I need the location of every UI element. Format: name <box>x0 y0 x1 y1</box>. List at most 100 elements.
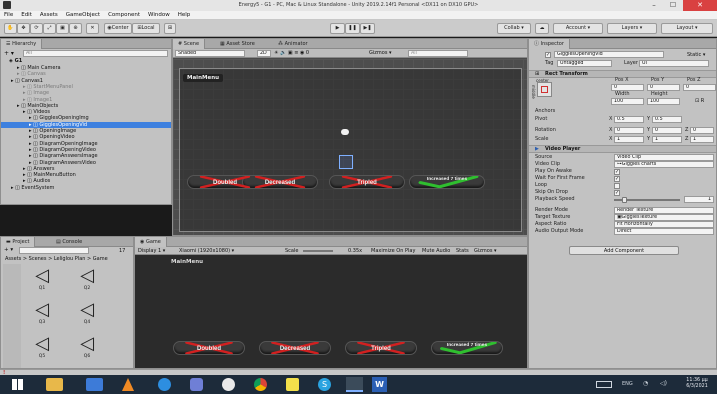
hierarchy-search-input[interactable]: All <box>23 50 168 57</box>
asset-item[interactable]: ◁ Q5 <box>27 334 57 366</box>
cloud-button[interactable]: ☁ <box>535 23 549 34</box>
tab-inspector[interactable]: ⓘ Inspector <box>529 39 570 49</box>
project-search-input[interactable] <box>19 247 89 254</box>
menu-gameobject[interactable]: GameObject <box>62 11 104 18</box>
render-mode-select[interactable]: Render Texture <box>614 207 714 214</box>
snap-button[interactable]: ⊞ <box>164 23 176 34</box>
clock[interactable]: 11:36 μμ 6/3/2021 <box>678 378 716 390</box>
wait-first-frame-checkbox[interactable]: ✓ <box>614 176 620 182</box>
video-app-icon[interactable] <box>190 378 203 391</box>
tab-project[interactable]: ▬ Project <box>1 237 36 247</box>
asset-item[interactable]: ◁ Q3 <box>27 300 57 332</box>
tab-hierarchy[interactable]: ☰ Hierarchy <box>1 39 43 49</box>
asset-item[interactable]: ◁ Q1 <box>27 266 57 298</box>
target-texture-field[interactable]: ▣GigglesTexture <box>614 214 714 221</box>
game-answer-button[interactable]: Doubled <box>173 341 245 355</box>
add-component-button[interactable]: Add Component <box>569 246 679 255</box>
pos-x-input[interactable]: 0 <box>611 84 644 91</box>
pivot-x-input[interactable]: 0.5 <box>614 116 644 123</box>
move-tool-button[interactable]: ✥ <box>17 23 30 34</box>
loop-checkbox[interactable] <box>614 183 620 189</box>
project-breadcrumb[interactable]: Assets > Scenes > Leliglou Plan > Game <box>5 256 133 262</box>
hierarchy-create-button[interactable]: + ▾ <box>4 50 14 57</box>
scene-answer-button[interactable]: Decreased <box>242 175 318 189</box>
game-answer-button[interactable]: Tripled <box>345 341 417 355</box>
menu-window[interactable]: Window <box>144 11 174 18</box>
hand-tool-button[interactable]: ✋ <box>4 23 17 34</box>
game-answer-button[interactable]: Increased 7 times <box>431 341 503 355</box>
file-explorer-icon[interactable] <box>46 378 63 391</box>
pause-button[interactable]: ❚❚ <box>345 23 360 34</box>
transform-tool-button[interactable]: ⊕ <box>69 23 82 34</box>
unity-taskbar-icon[interactable] <box>346 377 363 392</box>
layers-button[interactable]: Layers ▾ <box>607 23 657 34</box>
scene-answer-button[interactable]: Tripled <box>329 175 405 189</box>
menu-help[interactable]: Help <box>174 11 195 18</box>
vlc-icon[interactable] <box>122 378 134 391</box>
paint-icon[interactable] <box>286 378 299 391</box>
layout-button[interactable]: Layout ▾ <box>661 23 713 34</box>
pos-y-input[interactable]: 0 <box>647 84 680 91</box>
browser-icon[interactable] <box>86 378 103 391</box>
playback-speed-input[interactable]: 1 <box>684 196 714 203</box>
pivot-y-input[interactable]: 0.5 <box>652 116 682 123</box>
maximize-button[interactable]: ☐ <box>664 0 682 11</box>
skip-on-drop-checkbox[interactable]: ✓ <box>614 190 620 196</box>
tab-console[interactable]: ▤ Console <box>51 237 87 247</box>
chrome-icon[interactable] <box>254 378 267 391</box>
start-icon[interactable] <box>12 379 23 390</box>
game-answer-button[interactable]: Decreased <box>259 341 331 355</box>
tray-battery-icon[interactable] <box>596 381 612 388</box>
static-toggle[interactable]: Static ▾ <box>687 52 705 58</box>
scale-tool-button[interactable]: ⤢ <box>43 23 56 34</box>
video-clip-field[interactable]: ⊶Giggles charts <box>614 161 714 168</box>
video-player-header[interactable]: Video Player <box>529 145 716 153</box>
menu-assets[interactable]: Assets <box>36 11 62 18</box>
rotation-x-input[interactable]: 0 <box>614 127 644 134</box>
anchor-preset-button[interactable] <box>537 82 552 97</box>
asset-item[interactable]: ◁ Q4 <box>72 300 102 332</box>
play-button[interactable]: ▶ <box>330 23 345 34</box>
scene-answer-button[interactable]: Increased 7 times <box>409 175 485 189</box>
recorder-icon[interactable] <box>222 378 235 391</box>
pos-z-input[interactable]: 0 <box>683 84 716 91</box>
menu-file[interactable]: File <box>0 11 17 18</box>
pivot-mode-button[interactable]: ◉Center <box>104 23 132 34</box>
audio-output-select[interactable]: Direct <box>614 228 714 235</box>
skype-icon[interactable]: S <box>318 378 331 391</box>
layer-select[interactable]: UI <box>639 60 709 67</box>
asset-item[interactable]: ◁ Q2 <box>72 266 102 298</box>
tray-language[interactable]: ENG <box>622 381 633 387</box>
tray-volume-icon[interactable]: ◁) <box>660 380 667 387</box>
collab-button[interactable]: Collab ▾ <box>497 23 531 34</box>
object-active-checkbox[interactable]: ✓ <box>545 52 551 58</box>
slider-knob[interactable] <box>622 197 627 203</box>
word-icon[interactable]: W <box>372 377 387 392</box>
account-button[interactable]: Account ▾ <box>553 23 603 34</box>
source-select[interactable]: Video Clip <box>614 154 714 161</box>
media-icon[interactable] <box>158 378 171 391</box>
scale-y-input[interactable]: 1 <box>652 136 682 143</box>
scale-z-input[interactable]: 1 <box>690 136 714 143</box>
object-name-input[interactable]: GigglesOpeningVid <box>554 51 664 58</box>
step-button[interactable]: ▶❚ <box>360 23 375 34</box>
project-create-button[interactable]: + ▾ <box>4 247 13 253</box>
custom-tool-button[interactable]: ✕ <box>86 23 99 34</box>
play-on-awake-checkbox[interactable]: ✓ <box>614 169 620 175</box>
menu-component[interactable]: Component <box>104 11 144 18</box>
menu-edit[interactable]: Edit <box>17 11 36 18</box>
minimize-button[interactable]: – <box>645 0 663 11</box>
anchors-foldout[interactable]: Anchors <box>535 108 555 115</box>
rotation-z-input[interactable]: 0 <box>690 127 714 134</box>
aspect-ratio-select[interactable]: Fit Horizontally <box>614 221 714 228</box>
asset-item[interactable]: ◁ Q6 <box>72 334 102 366</box>
rect-tool-button[interactable]: ▣ <box>56 23 69 34</box>
hierarchy-item[interactable]: ▸ ◫ EventSystem <box>1 185 171 191</box>
pivot-rotation-button[interactable]: ⊞Local <box>132 23 160 34</box>
height-input[interactable]: 100 <box>647 98 680 105</box>
close-button[interactable]: ✕ <box>683 0 717 11</box>
rotate-tool-button[interactable]: ⟳ <box>30 23 43 34</box>
width-input[interactable]: 100 <box>611 98 644 105</box>
scale-x-input[interactable]: 1 <box>614 136 644 143</box>
playback-speed-slider[interactable] <box>614 197 680 203</box>
